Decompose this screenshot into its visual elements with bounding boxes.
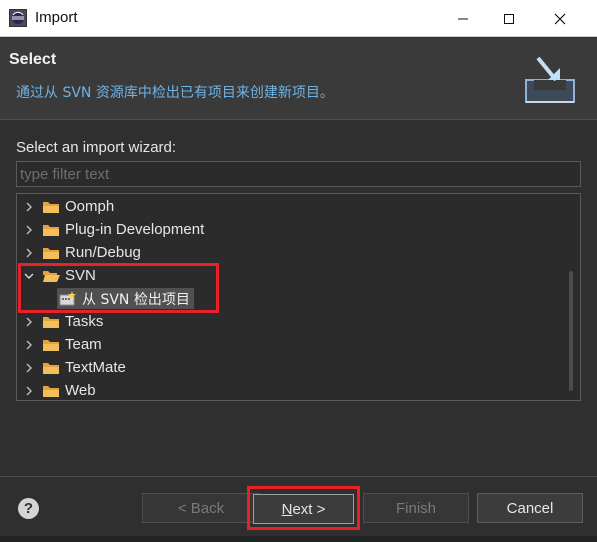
chevron-right-icon[interactable] <box>22 315 36 329</box>
maximize-icon <box>504 13 514 24</box>
filter-input[interactable] <box>16 161 581 187</box>
maximize-button[interactable] <box>486 0 532 37</box>
tree-item-web[interactable]: Web <box>17 379 565 400</box>
tree-item-plugin-development[interactable]: Plug-in Development <box>17 218 565 241</box>
folder-icon <box>43 339 59 351</box>
highlight-frame-next <box>247 486 360 530</box>
folder-icon <box>43 385 59 397</box>
minimize-icon <box>458 18 468 19</box>
footer-divider <box>0 476 597 477</box>
back-button[interactable]: < Back <box>142 493 260 523</box>
tree-item-label: Tasks <box>65 313 104 330</box>
chevron-right-icon[interactable] <box>22 200 36 214</box>
cancel-button[interactable]: Cancel <box>477 493 583 523</box>
wizard-list-label: Select an import wizard: <box>16 139 177 156</box>
page-description: 通过从 SVN 资源库中检出已有项目来创建新项目。 <box>16 85 334 101</box>
tree-item-team[interactable]: Team <box>17 333 565 356</box>
help-button[interactable]: ? <box>18 498 39 519</box>
folder-icon <box>43 201 59 213</box>
close-button[interactable] <box>537 0 583 37</box>
finish-button[interactable]: Finish <box>363 493 469 523</box>
chevron-right-icon[interactable] <box>22 384 36 398</box>
tree-item-textmate[interactable]: TextMate <box>17 356 565 379</box>
chevron-right-icon[interactable] <box>22 246 36 260</box>
scrollbar-thumb[interactable] <box>569 271 573 391</box>
wizard-header: Select 通过从 SVN 资源库中检出已有项目来创建新项目。 <box>0 38 597 120</box>
folder-icon <box>43 247 59 259</box>
tree-item-label: Team <box>65 336 102 353</box>
tree-item-label: TextMate <box>65 359 126 376</box>
folder-icon <box>43 224 59 236</box>
chevron-right-icon[interactable] <box>22 338 36 352</box>
tree-item-label: Plug-in Development <box>65 221 205 238</box>
import-wizard-icon <box>525 56 575 103</box>
window-title: Import <box>35 9 78 26</box>
folder-icon <box>43 316 59 328</box>
chevron-right-icon[interactable] <box>22 223 36 237</box>
tree-item-run-debug[interactable]: Run/Debug <box>17 241 565 264</box>
tree-item-label: Run/Debug <box>65 244 141 261</box>
chevron-right-icon[interactable] <box>22 361 36 375</box>
tree-item-label: Web <box>65 382 96 399</box>
tree-item-tasks[interactable]: Tasks <box>17 310 565 333</box>
tree-item-oomph[interactable]: Oomph <box>17 195 565 218</box>
eclipse-icon <box>9 9 27 27</box>
minimize-button[interactable] <box>440 0 486 37</box>
tree-item-label: Oomph <box>65 198 115 215</box>
page-title: Select <box>9 51 57 68</box>
folder-icon <box>43 362 59 374</box>
title-bar: Import <box>0 0 597 37</box>
highlight-frame-svn <box>18 263 219 313</box>
close-icon <box>554 13 566 24</box>
taskbar-strip <box>0 536 597 542</box>
tree-scrollbar[interactable] <box>563 195 579 399</box>
